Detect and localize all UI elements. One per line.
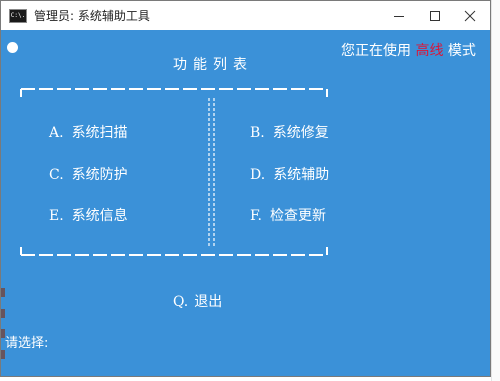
menu-item-b[interactable]: B. 系统修复 bbox=[250, 122, 329, 142]
menu-label: 系统辅助 bbox=[273, 167, 330, 183]
menu-item-d[interactable]: D. 系统辅助 bbox=[250, 164, 329, 184]
clipped-text-mark bbox=[1, 329, 5, 338]
input-prompt: 请选择: bbox=[5, 336, 49, 351]
console-app-icon: C:\. bbox=[9, 8, 27, 23]
menu-label: 系统信息 bbox=[71, 208, 128, 224]
menu-item-quit[interactable]: Q. 退出 bbox=[173, 291, 222, 311]
menu-key: B. bbox=[250, 125, 265, 141]
clipped-text-mark bbox=[1, 350, 5, 359]
menu-item-f[interactable]: F. 检查更新 bbox=[250, 205, 326, 225]
menu-item-e[interactable]: E. 系统信息 bbox=[49, 205, 128, 225]
menu-item-c[interactable]: C. 系统防护 bbox=[49, 164, 128, 184]
menu-key: C. bbox=[49, 167, 64, 183]
app-icon-label: C:\. bbox=[10, 11, 26, 19]
menu-frame bbox=[20, 88, 328, 256]
menu-key: A. bbox=[49, 125, 64, 141]
menu-label: 系统修复 bbox=[272, 125, 329, 141]
menu-key: E. bbox=[49, 208, 64, 224]
console-window: C:\. 管理员: 系统辅助工具 您正在使用 高线 模式 功能列表 A. 系统扫… bbox=[0, 0, 491, 377]
menu-label: 系统防护 bbox=[71, 167, 128, 183]
window-title: 管理员: 系统辅助工具 bbox=[34, 9, 150, 23]
clipped-text-mark bbox=[1, 288, 5, 297]
close-icon bbox=[464, 10, 476, 21]
menu-key: F. bbox=[250, 208, 262, 224]
close-button[interactable] bbox=[447, 1, 490, 30]
quit-label: 退出 bbox=[194, 294, 223, 310]
menu-item-a[interactable]: A. 系统扫描 bbox=[49, 122, 128, 142]
background-window-edge bbox=[491, 0, 500, 381]
menu-key: D. bbox=[250, 167, 266, 183]
menu-label: 系统扫描 bbox=[71, 125, 128, 141]
quit-key: Q. bbox=[173, 294, 189, 310]
minimize-icon bbox=[394, 15, 404, 17]
console-area[interactable]: 您正在使用 高线 模式 功能列表 A. 系统扫描 B. 系统修复 C. 系统防护… bbox=[1, 30, 490, 376]
maximize-icon bbox=[430, 10, 440, 21]
menu-label: 检查更新 bbox=[269, 208, 326, 224]
title-bar[interactable]: C:\. 管理员: 系统辅助工具 bbox=[1, 1, 490, 30]
clipped-text-mark bbox=[1, 309, 5, 318]
